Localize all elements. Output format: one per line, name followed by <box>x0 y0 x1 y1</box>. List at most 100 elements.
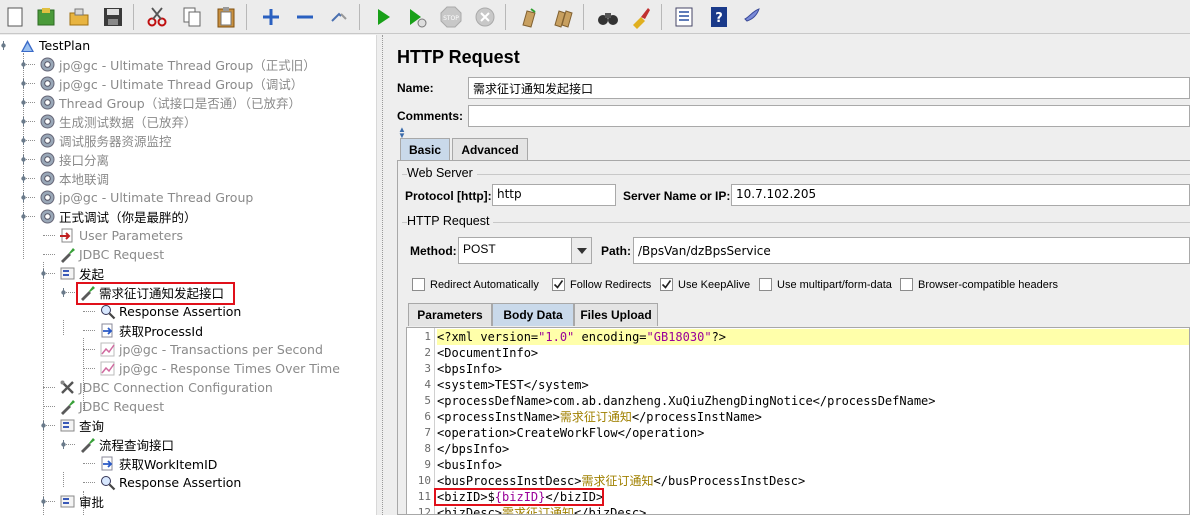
checkbox-box[interactable] <box>660 278 673 291</box>
expand-toggle-icon[interactable] <box>19 117 28 126</box>
tree-node[interactable]: Thread Group（试接口是否通）（已放弃） <box>38 93 301 112</box>
stop-icon[interactable]: STOP <box>436 2 466 32</box>
expand-toggle-icon[interactable] <box>39 497 48 506</box>
tree-node[interactable]: 流程查询接口 <box>78 435 174 454</box>
path-field[interactable]: /BpsVan/dzBpsService <box>633 237 1190 264</box>
name-field[interactable]: 需求征订通知发起接口 <box>468 77 1190 99</box>
expand-toggle-icon[interactable] <box>59 440 68 449</box>
tree-node[interactable]: Response Assertion <box>98 473 241 492</box>
clear-icon[interactable] <box>514 2 544 32</box>
toggle-icon[interactable] <box>324 2 354 32</box>
checkbox-box[interactable] <box>759 278 772 291</box>
start-no-pauses-icon[interactable] <box>401 2 431 32</box>
expand-toggle-icon[interactable] <box>59 288 68 297</box>
browser-compatible-headers-checkbox[interactable]: Browser-compatible headers <box>900 278 1058 291</box>
tree-node[interactable]: jp@gc - Transactions per Second <box>98 340 323 359</box>
tree-node-label: 本地联调 <box>59 172 110 187</box>
tree-node[interactable]: jp@gc - Response Times Over Time <box>98 359 340 378</box>
tree-node[interactable]: 获取ProcessId <box>98 321 203 340</box>
templates-icon[interactable] <box>31 2 61 32</box>
collapse-all-icon[interactable] <box>290 2 320 32</box>
code-line[interactable]: <processInstName>需求征订通知</processInstName… <box>437 409 1189 425</box>
expand-toggle-icon[interactable] <box>39 421 48 430</box>
code-line[interactable]: <operation>CreateWorkFlow</operation> <box>437 425 1189 441</box>
expand-toggle-icon[interactable] <box>19 79 28 88</box>
checkbox-box[interactable] <box>900 278 913 291</box>
checkbox-box[interactable] <box>552 278 565 291</box>
cut-icon[interactable] <box>142 2 172 32</box>
code-line[interactable]: <bizDesc>需求征订通知</bizDesc> <box>437 505 1189 514</box>
expand-toggle-icon[interactable] <box>0 41 8 50</box>
tree-node[interactable]: TestPlan <box>18 36 90 55</box>
code-line[interactable]: <processDefName>com.ab.danzheng.XuQiuZhe… <box>437 393 1189 409</box>
body-data-editor[interactable]: 1 <?xml version="1.0" encoding="GB18030"?… <box>406 327 1190 515</box>
tree-node[interactable]: 获取WorkItemID <box>98 454 217 473</box>
tree-node[interactable]: User Parameters <box>58 226 183 245</box>
start-icon[interactable] <box>368 2 398 32</box>
shutdown-icon[interactable] <box>470 2 500 32</box>
code-line[interactable]: <?xml version="1.0" encoding="GB18030"?> <box>437 329 1189 345</box>
tree-node[interactable]: jp@gc - Ultimate Thread Group（正式旧） <box>38 55 316 74</box>
tab-basic[interactable]: Basic <box>400 138 450 160</box>
tree-node[interactable]: 接口分离 <box>38 150 109 169</box>
tree-node[interactable]: jp@gc - Ultimate Thread Group（调试） <box>38 74 303 93</box>
comments-field[interactable] <box>468 105 1190 127</box>
tree-node-label: 接口分离 <box>59 153 110 168</box>
expand-toggle-icon[interactable] <box>19 174 28 183</box>
tree-node-label: JDBC Request <box>79 247 165 262</box>
plugins-icon[interactable] <box>738 2 768 32</box>
expand-toggle-icon[interactable] <box>39 269 48 278</box>
function-helper-icon[interactable] <box>669 2 699 32</box>
tree-node[interactable]: jp@gc - Ultimate Thread Group <box>38 188 253 207</box>
tree-node[interactable]: 调试服务器资源监控 <box>38 131 172 150</box>
test-plan-tree[interactable]: TestPlan jp@gc - Ultimate Thread Group（正式… <box>0 35 376 515</box>
search-icon[interactable] <box>593 2 623 32</box>
tab-files-upload[interactable]: Files Upload <box>574 303 658 326</box>
use-multipart-checkbox[interactable]: Use multipart/form-data <box>759 278 892 291</box>
line-number: 10 <box>417 474 431 487</box>
reset-search-icon[interactable] <box>626 2 656 32</box>
expand-toggle-icon[interactable] <box>19 136 28 145</box>
server-name-field[interactable]: 10.7.102.205 <box>731 184 1190 206</box>
redirect-automatically-checkbox[interactable]: Redirect Automatically <box>412 278 539 291</box>
code-line[interactable]: <busInfo> <box>437 457 1189 473</box>
code-line[interactable]: <bpsInfo> <box>437 361 1189 377</box>
tree-node[interactable]: 查询 <box>58 416 104 435</box>
clear-all-icon[interactable] <box>548 2 578 32</box>
protocol-field[interactable]: http <box>492 184 616 206</box>
expand-toggle-icon[interactable] <box>19 212 28 221</box>
tree-node[interactable]: 正式调试（你是最胖的） <box>38 207 197 226</box>
tab-body-data[interactable]: Body Data <box>492 303 574 326</box>
paste-icon[interactable] <box>211 2 241 32</box>
expand-toggle-icon[interactable] <box>19 155 28 164</box>
tree-node[interactable]: 本地联调 <box>38 169 109 188</box>
splitter[interactable] <box>376 35 390 515</box>
tab-parameters[interactable]: Parameters <box>408 303 492 326</box>
checkbox-box[interactable] <box>412 278 425 291</box>
code-line[interactable]: <DocumentInfo> <box>437 345 1189 361</box>
method-select[interactable]: POST <box>458 237 592 264</box>
use-keepalive-checkbox[interactable]: Use KeepAlive <box>660 278 750 291</box>
copy-icon[interactable] <box>177 2 207 32</box>
tree-node[interactable]: 审批 <box>58 492 104 511</box>
code-line[interactable]: </bpsInfo> <box>437 441 1189 457</box>
save-icon[interactable] <box>98 2 128 32</box>
tree-node[interactable]: 生成测试数据（已放弃） <box>38 112 197 131</box>
open-icon[interactable] <box>64 2 94 32</box>
follow-redirects-checkbox[interactable]: Follow Redirects <box>552 278 651 291</box>
chevron-down-icon[interactable] <box>571 238 591 263</box>
tree-node[interactable]: Response Assertion <box>98 302 241 321</box>
tree-node[interactable]: 发起 <box>58 264 104 283</box>
expand-toggle-icon[interactable] <box>19 60 28 69</box>
tree-node[interactable]: JDBC Connection Configuration <box>58 378 273 397</box>
expand-all-icon[interactable] <box>256 2 286 32</box>
tree-node[interactable]: JDBC Request <box>58 245 164 264</box>
expand-toggle-icon[interactable] <box>19 193 28 202</box>
expand-toggle-icon[interactable] <box>19 98 28 107</box>
new-icon[interactable] <box>0 2 30 32</box>
code-line[interactable]: <busProcessInstDesc>需求征订通知</busProcessIn… <box>437 473 1189 489</box>
code-line[interactable]: <system>TEST</system> <box>437 377 1189 393</box>
tab-advanced[interactable]: Advanced <box>452 138 528 160</box>
tree-node[interactable]: JDBC Request <box>58 397 164 416</box>
help-icon[interactable]: ? <box>704 2 734 32</box>
